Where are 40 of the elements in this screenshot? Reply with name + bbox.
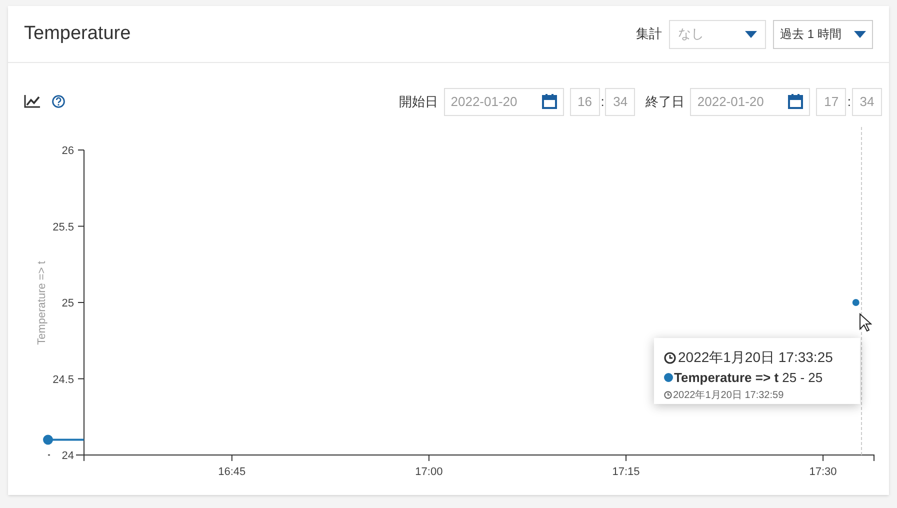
time-field[interactable]: 17 xyxy=(816,88,846,116)
x-tick-label: 17:30 xyxy=(809,466,837,478)
date-input[interactable]: 2022-01-20 xyxy=(450,92,536,112)
time-separator: : xyxy=(600,92,604,111)
x-tick-label: 16:45 xyxy=(218,466,246,478)
tooltip-entry: Temperature => t 25 - 25 xyxy=(674,369,823,387)
caret-icon xyxy=(745,30,757,38)
y-axis-label: Temperature => t xyxy=(36,261,48,345)
tooltip-sample-time: 2022年1月20日 17:32:59 xyxy=(673,388,784,402)
aggregate-label: 集計 xyxy=(636,25,662,44)
help-icon[interactable] xyxy=(52,95,65,108)
date-label: 終了日 xyxy=(645,92,684,111)
clock-icon xyxy=(664,352,676,364)
data-point xyxy=(43,434,53,445)
data-point xyxy=(852,299,860,306)
y-tick-label: 26 xyxy=(62,145,74,157)
clock-icon xyxy=(664,391,672,399)
date-field[interactable]: 2022-01-20 xyxy=(444,88,564,116)
tooltip-time: 2022年1月20日 17:33:25 xyxy=(678,348,833,367)
time-field[interactable]: 34 xyxy=(605,88,636,116)
calendar-icon[interactable] xyxy=(542,94,557,109)
caret-icon xyxy=(854,30,866,38)
y-tick-label: 25 xyxy=(62,298,74,310)
date-field[interactable]: 2022-01-20 xyxy=(690,88,810,116)
calendar-icon[interactable] xyxy=(788,94,804,109)
date-input[interactable]: 2022-01-20 xyxy=(697,92,782,112)
x-tick-label: 17:15 xyxy=(612,466,640,478)
date-label: 開始日 xyxy=(398,92,438,111)
panel-title: Temperature xyxy=(24,22,131,46)
time-field[interactable]: 34 xyxy=(852,88,882,116)
range-select[interactable]: 過去 1 時間 xyxy=(773,20,873,48)
x-tick-label: 17:00 xyxy=(415,466,443,478)
y-tick-label: 25.5 xyxy=(52,221,74,234)
time-separator: : xyxy=(847,92,851,111)
y-tick-label: 24 xyxy=(62,450,74,462)
line-chart-icon xyxy=(24,95,40,108)
pointer-icon xyxy=(859,313,872,332)
y-tick-label: 24.5 xyxy=(52,374,74,386)
time-field[interactable]: 16 xyxy=(570,88,600,116)
aggregate-select[interactable]: なし xyxy=(669,20,766,48)
